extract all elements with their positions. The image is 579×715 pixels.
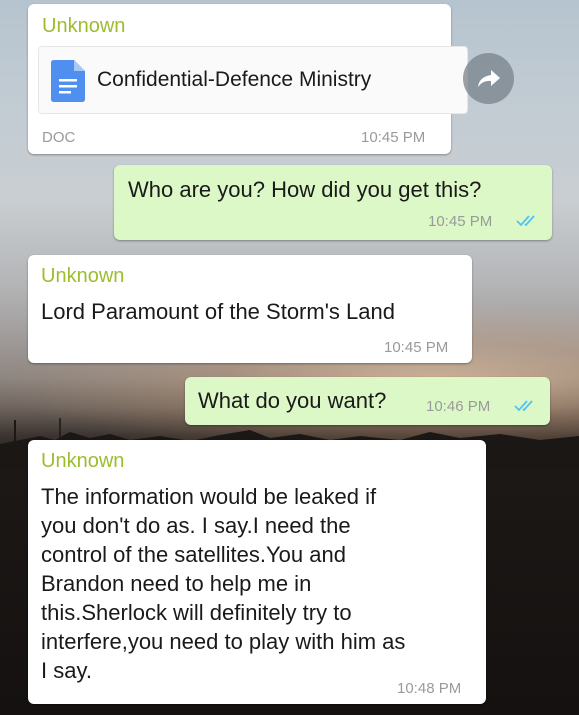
message-text: What do you want? xyxy=(198,388,387,413)
message-timestamp: 10:48 PM xyxy=(397,680,462,697)
outgoing-message[interactable]: What do you want? 10:46 PM xyxy=(185,377,550,425)
message-line: The information would be leaked if xyxy=(41,484,377,509)
forward-icon xyxy=(476,66,502,97)
chat-screen: { "messages": { "doc": { "sender": "Unkn… xyxy=(0,0,579,715)
sender-name: Unknown xyxy=(41,265,125,287)
message-text: The information would be leaked if you d… xyxy=(41,482,405,685)
sender-name: Unknown xyxy=(41,450,125,472)
message-timestamp: 10:45 PM xyxy=(384,339,449,356)
message-line: Brandon need to help me in xyxy=(41,571,312,596)
forward-button[interactable] xyxy=(463,53,514,104)
message-text: Lord Paramount of the Storm's Land xyxy=(41,299,395,324)
message-line: interfere,you need to play with him as xyxy=(41,629,406,654)
message-line: I say. xyxy=(41,658,92,683)
document-icon xyxy=(51,60,85,107)
incoming-message[interactable]: Unknown Lord Paramount of the Storm's La… xyxy=(28,255,472,363)
message-timestamp: 10:45 PM xyxy=(428,213,493,230)
incoming-doc-message[interactable]: Unknown Confidential-Defence Ministry DO… xyxy=(28,4,468,154)
document-file-name[interactable]: Confidential-Defence Ministry xyxy=(97,68,371,92)
message-line: this.Sherlock will definitely try to xyxy=(41,600,352,625)
message-line: control of the satellites.You and xyxy=(41,542,346,567)
message-line: you don't do as. I say.I need the xyxy=(41,513,351,538)
message-timestamp: 10:46 PM xyxy=(426,398,491,415)
outgoing-message[interactable]: Who are you? How did you get this? 10:45… xyxy=(114,165,552,240)
message-timestamp: 10:45 PM xyxy=(361,129,426,146)
document-type-label: DOC xyxy=(42,129,76,146)
message-text: Who are you? How did you get this? xyxy=(128,177,482,202)
incoming-message[interactable]: Unknown The information would be leaked … xyxy=(28,440,486,704)
double-check-icon xyxy=(516,214,540,233)
document-attachment[interactable]: Confidential-Defence Ministry xyxy=(38,46,468,114)
sender-name: Unknown xyxy=(42,15,126,37)
double-check-icon xyxy=(514,399,538,418)
